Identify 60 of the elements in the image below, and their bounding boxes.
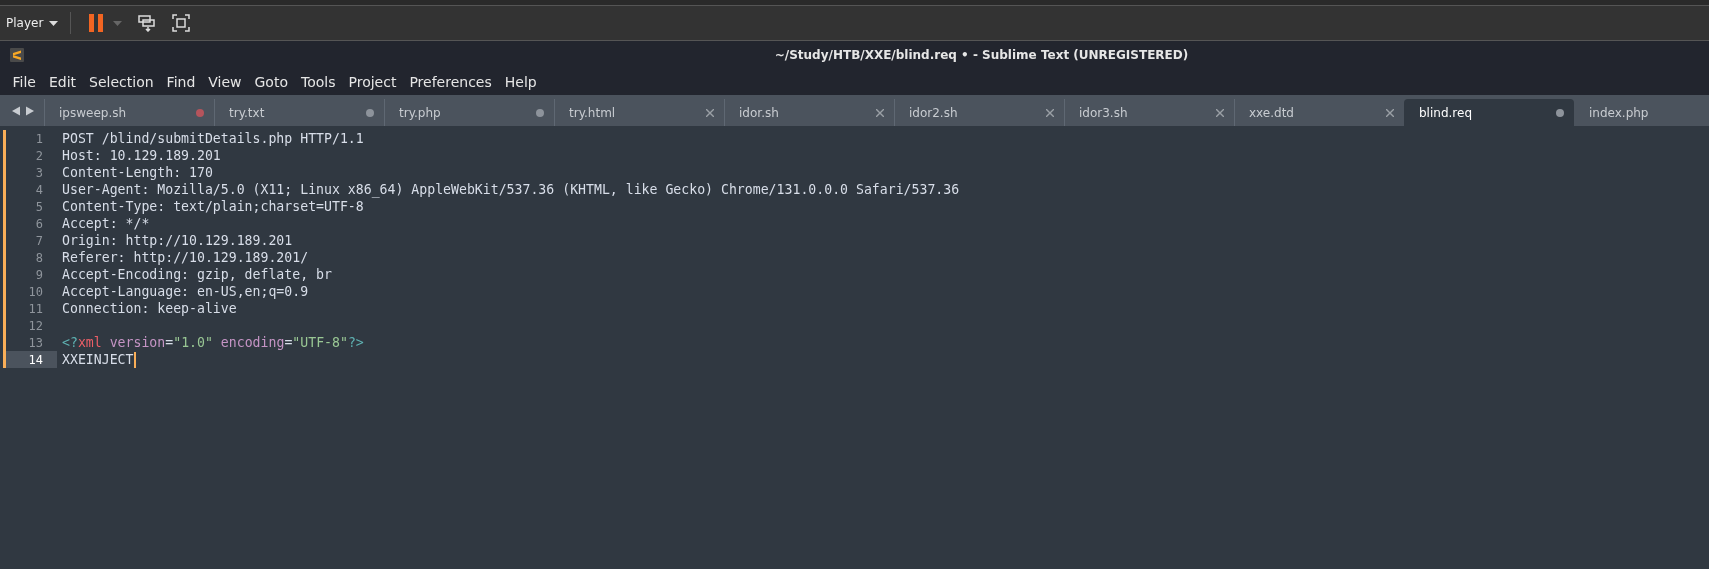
menu-item[interactable]: Preferences [402, 74, 499, 90]
code-line: POST /blind/submitDetails.php HTTP/1.1 [61, 130, 364, 147]
file-tab[interactable]: index.php [1574, 99, 1709, 126]
close-icon[interactable] [706, 108, 714, 117]
code-line: Connection: keep-alive [61, 300, 237, 317]
code-line: XXEINJECT [57, 351, 137, 368]
app-logo-icon [10, 48, 24, 62]
code-line: Content-Type: text/plain;charset=UTF-8 [61, 198, 364, 215]
file-tab[interactable]: idor2.sh [894, 99, 1064, 126]
file-tab[interactable]: idor3.sh [1064, 99, 1234, 126]
line-number: 7 [35, 233, 43, 248]
file-tab[interactable]: ipsweep.sh [44, 99, 214, 126]
code-line: Host: 10.129.189.201 [61, 147, 221, 164]
code-line: <?xml version="1.0" encoding="UTF-8"?> [61, 334, 364, 351]
line-number: 6 [35, 216, 43, 231]
file-tab[interactable]: idor.sh [724, 99, 894, 126]
fullscreen-icon[interactable] [172, 14, 191, 32]
menu-item[interactable]: Tools [294, 74, 342, 90]
line-number: 8 [35, 250, 43, 265]
code-line: Accept: */* [61, 215, 150, 232]
line-number: 13 [28, 335, 43, 350]
line-number: 2 [35, 148, 43, 163]
close-icon[interactable] [1046, 108, 1054, 117]
next-tab-icon[interactable] [26, 105, 34, 116]
code-line: Origin: http://10.129.189.201 [61, 232, 293, 249]
menu-item[interactable]: Edit [42, 74, 83, 90]
menu-item[interactable]: Find [160, 74, 202, 90]
window-title: ~/Study/HTB/XXE/blind.req • - Sublime Text (UNREGISTERED) [773, 48, 1190, 62]
menu-item[interactable]: Selection [82, 74, 161, 90]
line-number: 9 [35, 267, 43, 282]
send-keys-icon[interactable] [138, 14, 157, 32]
file-tab[interactable]: try.php [384, 99, 554, 126]
code-line: Referer: http://10.129.189.201/ [61, 249, 309, 266]
code-line: Accept-Encoding: gzip, deflate, br [61, 266, 332, 283]
file-tab[interactable]: try.txt [214, 99, 384, 126]
close-icon[interactable] [1216, 108, 1224, 117]
line-number: 14 [28, 352, 43, 367]
close-icon[interactable] [876, 108, 884, 117]
close-icon[interactable] [1386, 108, 1394, 117]
caret-icon[interactable] [49, 20, 59, 26]
line-number: 10 [28, 284, 43, 299]
line-number: 5 [35, 199, 43, 214]
menu-item[interactable]: View [201, 74, 248, 90]
code-line: Accept-Language: en-US,en;q=0.9 [61, 283, 309, 300]
player-dropdown[interactable]: Player [6, 14, 59, 32]
previous-tab-icon[interactable] [12, 105, 20, 116]
line-number: 12 [28, 318, 43, 333]
menu-item[interactable]: Goto [248, 74, 295, 90]
code-line: Content-Length: 170 [61, 164, 213, 181]
line-number: 11 [28, 301, 43, 316]
code-line: User-Agent: Mozilla/5.0 (X11; Linux x86_64) AppleWebKit/537.36 (KHTML, like Gecko) Chrome/131.0.0.0 Safari/537.36 [61, 181, 960, 198]
file-tab[interactable]: blind.req [1404, 99, 1574, 126]
line-number: 3 [35, 165, 43, 180]
menu-item[interactable]: Project [342, 74, 403, 90]
file-tab[interactable]: try.html [554, 99, 724, 126]
line-number: 4 [35, 182, 43, 197]
pause-icon[interactable] [89, 14, 104, 32]
menu-item[interactable]: File [6, 74, 43, 90]
menu-item[interactable]: Help [498, 74, 544, 90]
line-number: 1 [35, 131, 43, 146]
